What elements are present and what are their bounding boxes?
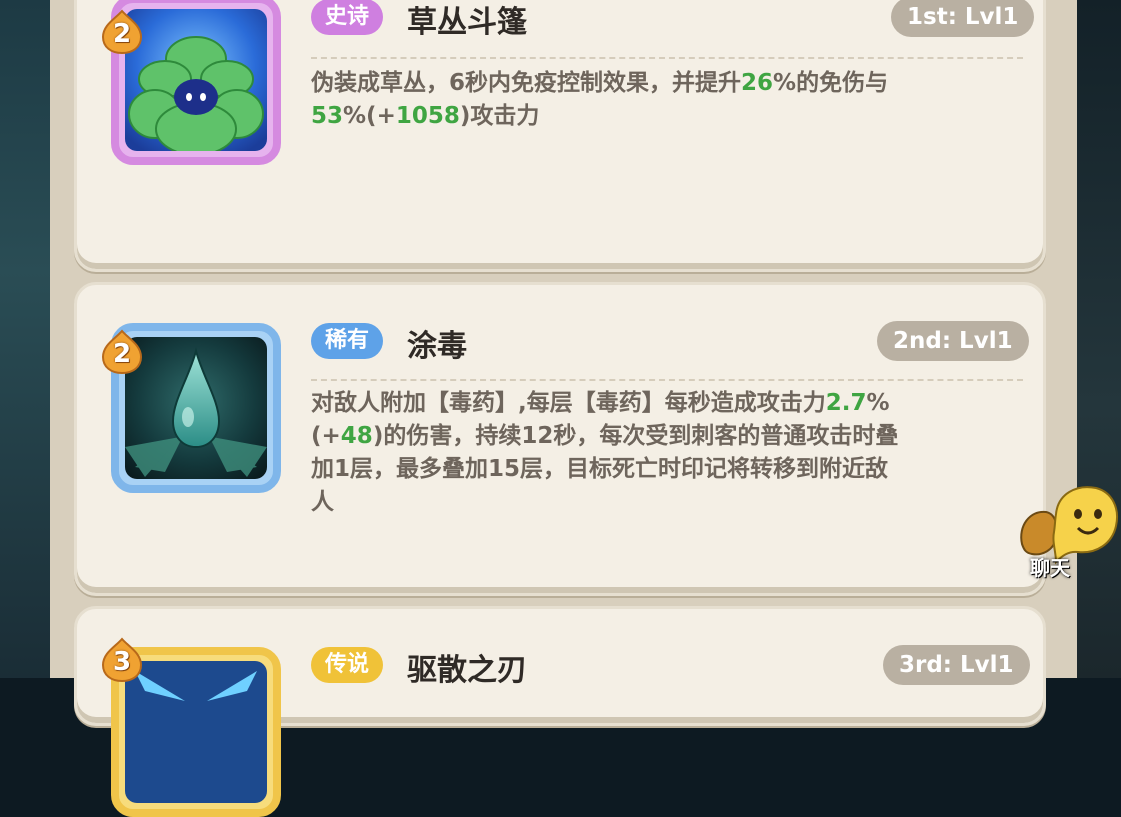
bush-cloak-icon [125, 9, 267, 151]
divider [311, 57, 1023, 59]
description-text: 对敌人附加【毒药】,每层【毒药】每秒造成攻击力 [311, 390, 826, 416]
highlight-value: 26 [741, 70, 774, 96]
description-text: %(+ [343, 103, 396, 129]
description-text: 加1层，最多叠加15层，目标死亡时印记将转移到附近敌 [311, 456, 889, 482]
description-text: (+ [311, 423, 341, 449]
description-text: % [866, 390, 890, 416]
dispel-blade-icon [125, 661, 267, 803]
skill-description: 对敌人附加【毒药】,每层【毒药】每秒造成攻击力2.7% (+48)的伤害，持续12… [311, 387, 1031, 519]
description-line: (+48)的伤害，持续12秒，每次受到刺客的普通攻击时叠 [311, 420, 1031, 453]
highlight-value: 1058 [395, 103, 460, 129]
skill-card-bush-cloak[interactable]: 2 史诗 草丛斗篷 1st: Lvl1 伪装成草丛，6秒内免疫控制效果，并提升2… [74, 0, 1046, 272]
skill-level-pill: 3rd: Lvl1 [883, 645, 1030, 685]
rarity-badge-rare: 稀有 [311, 323, 384, 359]
description-text: 人 [311, 489, 334, 515]
highlight-value: 53 [311, 103, 344, 129]
level-badge: 3 [99, 637, 145, 683]
skill-name: 涂毒 [407, 329, 467, 364]
description-line: 伪装成草丛，6秒内免疫控制效果，并提升26%的免伤与 [311, 67, 1031, 100]
level-badge: 2 [99, 329, 145, 375]
description-line: 53%(+1058)攻击力 [311, 100, 1031, 133]
skill-card-poison[interactable]: 2 稀有 涂毒 2nd: Lvl1 对敌人附加【毒药】,每层【毒药】每秒造成攻击… [74, 282, 1046, 596]
skill-card-dispel-blade[interactable]: 3 传说 驱散之刃 3rd: Lvl1 [74, 606, 1046, 817]
skill-name: 草丛斗篷 [407, 5, 527, 40]
description-line: 对敌人附加【毒药】,每层【毒药】每秒造成攻击力2.7% [311, 387, 1031, 420]
skill-level-pill: 1st: Lvl1 [891, 0, 1035, 37]
skill-level-pill: 2nd: Lvl1 [877, 321, 1029, 361]
description-text: 伪装成草丛，6秒内免疫控制效果，并提升 [311, 70, 742, 96]
poison-drop-icon [125, 337, 267, 479]
divider [311, 379, 1023, 381]
description-text: %的免伤与 [773, 70, 889, 96]
description-line: 加1层，最多叠加15层，目标死亡时印记将转移到附近敌 [311, 453, 1031, 486]
rarity-badge-epic: 史诗 [311, 0, 384, 35]
chat-label: 聊天 [1030, 556, 1070, 580]
description-text: )攻击力 [459, 103, 540, 129]
description-text: )的伤害，持续12秒，每次受到刺客的普通攻击时叠 [372, 423, 899, 449]
skill-name: 驱散之刃 [407, 653, 527, 688]
level-badge: 2 [99, 9, 145, 55]
description-line: 人 [311, 486, 1031, 519]
skill-description: 伪装成草丛，6秒内免疫控制效果，并提升26%的免伤与 53%(+1058)攻击力 [311, 67, 1031, 133]
background-left [0, 0, 56, 678]
highlight-value: 2.7 [825, 390, 867, 416]
highlight-value: 48 [340, 423, 373, 449]
